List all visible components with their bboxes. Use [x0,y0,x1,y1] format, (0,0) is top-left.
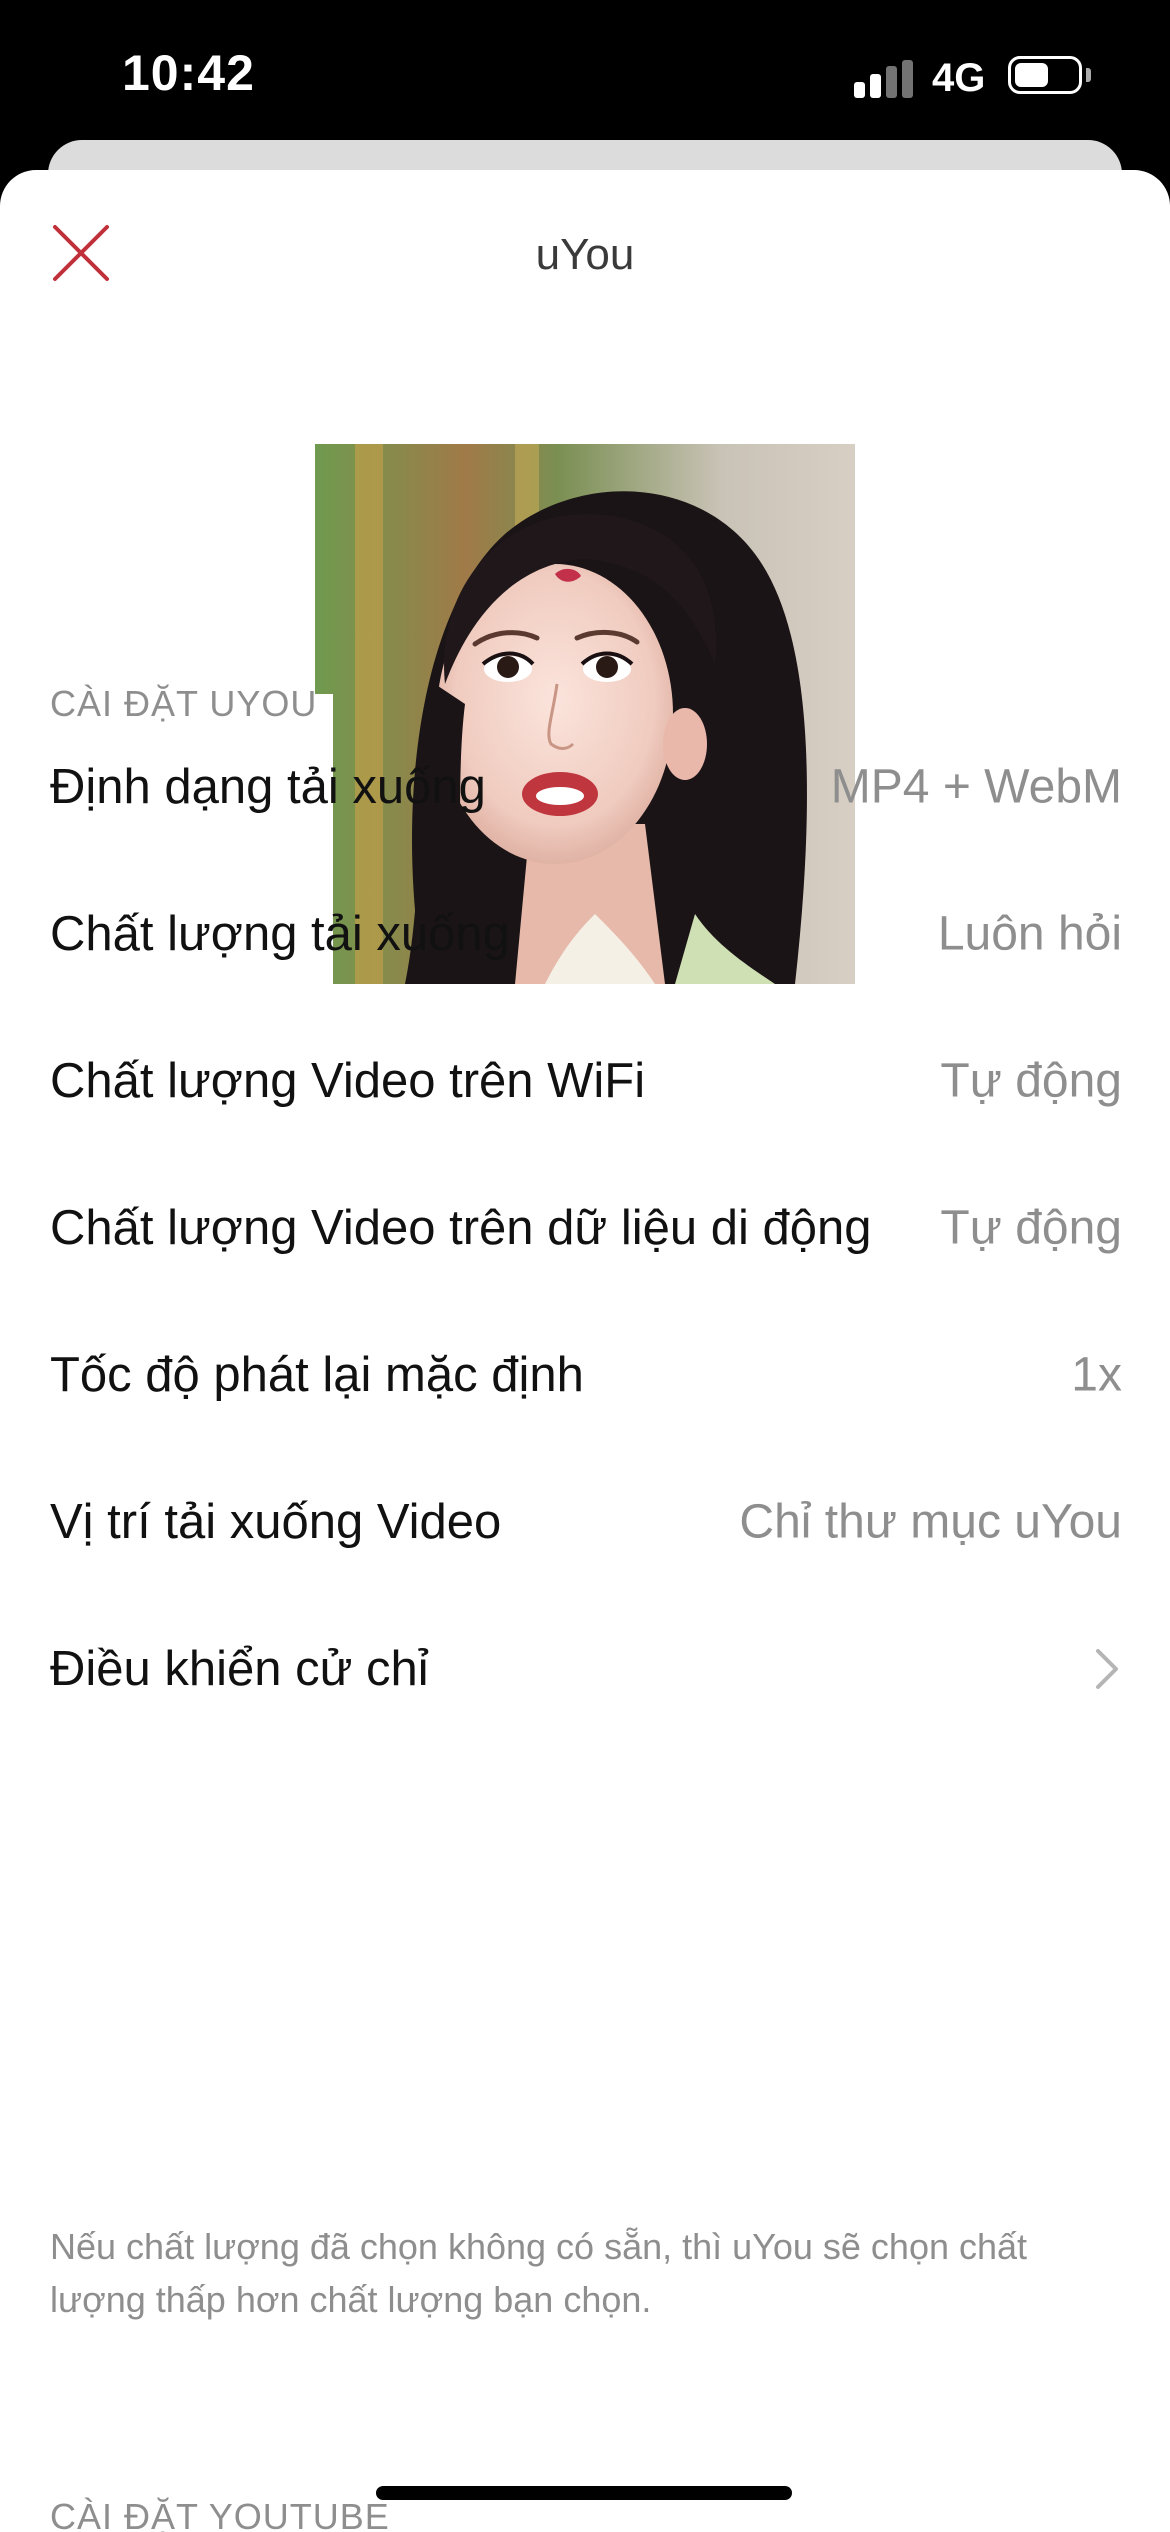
row-value: Tự động [940,1054,1122,1108]
row-label: Chất lượng Video trên dữ liệu di động [50,1201,872,1255]
row-wifi-video-quality[interactable]: Chất lượng Video trên WiFi Tự động [50,1021,1122,1141]
home-indicator[interactable] [376,2486,792,2500]
row-label: Điều khiển cử chỉ [50,1642,429,1696]
row-label: Định dạng tải xuống [50,760,486,814]
row-label: Tốc độ phát lại mặc định [50,1348,584,1402]
row-download-quality[interactable]: Chất lượng tải xuống Luôn hỏi [50,874,1122,994]
row-gesture-controls[interactable]: Điều khiển cử chỉ [50,1609,1122,1729]
row-value: MP4 + WebM [830,760,1122,814]
section-header-uyou: CÀI ĐẶT UYOU [50,683,318,724]
row-download-format[interactable]: Định dạng tải xuống MP4 + WebM [50,727,1122,847]
page-title: uYou [535,230,635,279]
row-value: 1x [1071,1348,1122,1402]
section-header-youtube: CÀI ĐẶT YOUTUBE [50,2496,390,2532]
status-time: 10:42 [122,45,255,101]
row-cellular-video-quality[interactable]: Chất lượng Video trên dữ liệu di động Tự… [50,1168,1122,1288]
battery-tip [1086,68,1091,82]
battery-level [1015,63,1048,87]
row-label: Chất lượng Video trên WiFi [50,1054,646,1108]
row-video-download-location[interactable]: Vị trí tải xuống Video Chỉ thư mục uYou [50,1462,1122,1582]
network-type: 4G [932,56,986,100]
cellular-signal-icon [854,60,916,100]
row-value: Luôn hỏi [937,907,1122,961]
settings-sheet: uYou CÀI ĐẶT UYOU Định dạng tải xuống MP… [0,170,1170,2532]
row-default-playback-speed[interactable]: Tốc độ phát lại mặc định 1x [50,1315,1122,1435]
row-label: Vị trí tải xuống Video [50,1495,502,1549]
row-label: Chất lượng tải xuống [50,907,510,961]
row-value: Tự động [940,1201,1122,1255]
section-footer-note: Nếu chất lượng đã chọn không có sẵn, thì… [50,2226,1028,2320]
battery-icon [1008,56,1082,94]
chevron-right-icon [1096,1649,1118,1689]
row-value: Chỉ thư mục uYou [739,1495,1122,1549]
status-bar: 10:42 4G [0,0,1170,150]
